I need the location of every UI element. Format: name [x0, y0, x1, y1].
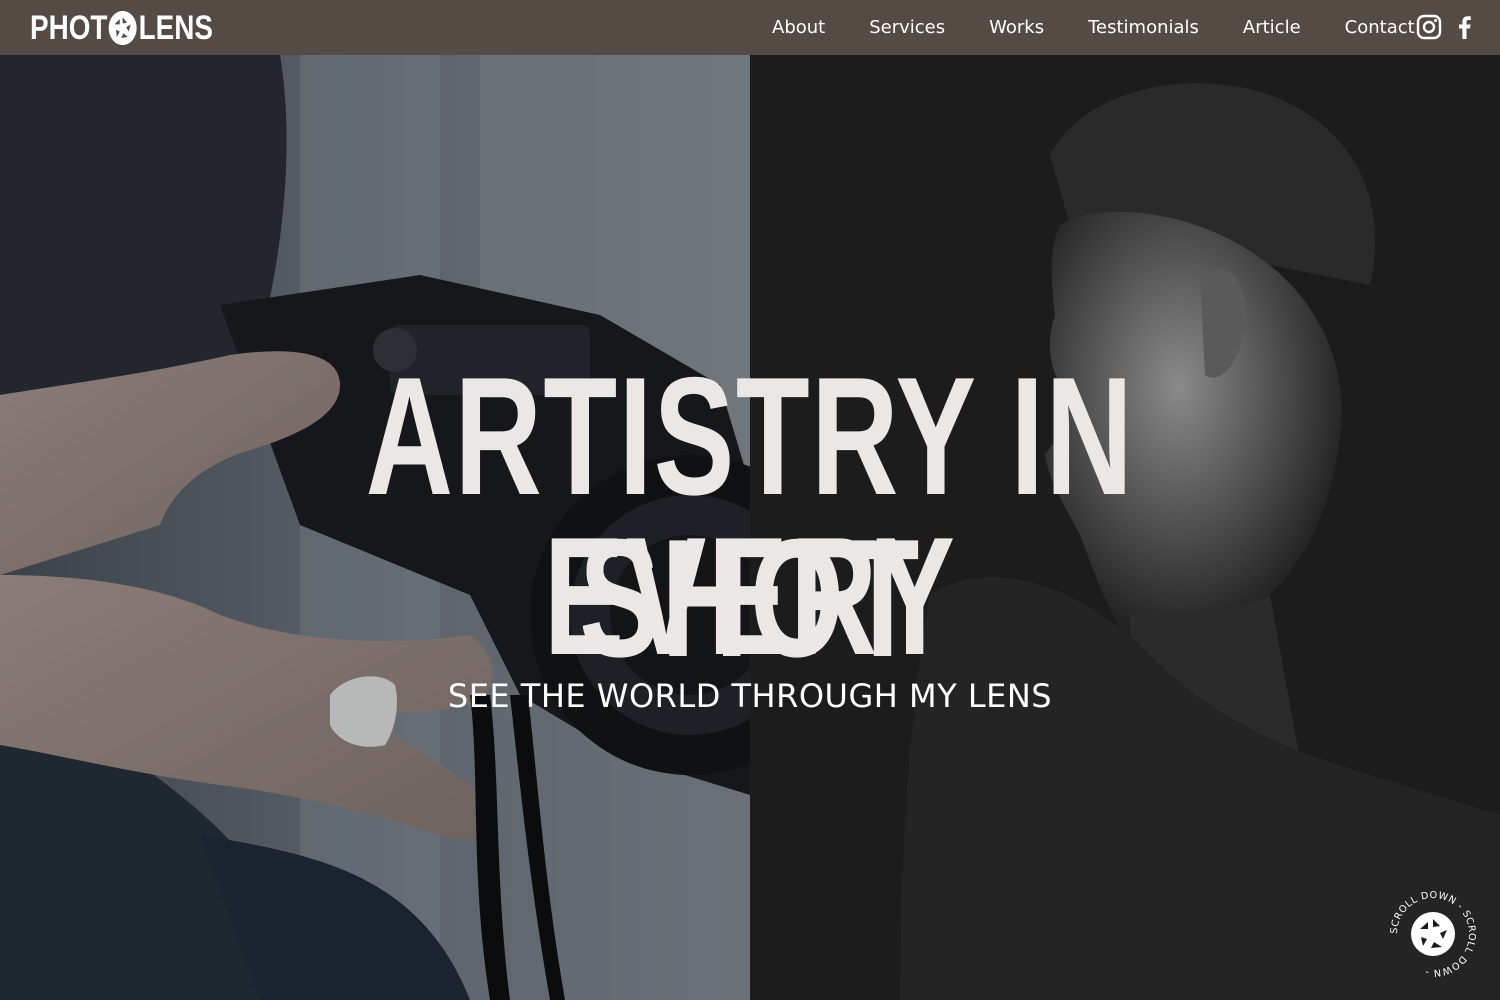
nav-works[interactable]: Works	[989, 17, 1044, 38]
nav-about[interactable]: About	[772, 17, 825, 38]
hero-headline-line2: SHOT	[579, 504, 921, 692]
scroll-down-badge[interactable]: SCROLL DOWN - SCROLL DOWN -	[1390, 891, 1476, 977]
hero-tagline: SEE THE WORLD THROUGH MY LENS	[447, 677, 1053, 715]
instagram-icon[interactable]	[1416, 14, 1442, 40]
nav-services[interactable]: Services	[869, 17, 945, 38]
facebook-icon[interactable]	[1452, 14, 1478, 40]
nav-contact[interactable]: Contact	[1345, 17, 1415, 38]
site-header: PHOT LENS About Services Works Testimoni…	[0, 0, 1500, 55]
main-nav: About Services Works Testimonials Articl…	[772, 0, 1459, 55]
hero-section: ARTISTRY IN EVERY SHOT SEE THE WORLD THR…	[0, 55, 1500, 1000]
aperture-icon	[1411, 912, 1455, 956]
site-logo[interactable]: PHOT LENS	[30, 9, 213, 47]
social-links	[1406, 14, 1478, 40]
logo-text-part2: LENS	[138, 8, 213, 47]
nav-article[interactable]: Article	[1243, 17, 1301, 38]
logo-text-part1: PHOT	[30, 8, 108, 47]
nav-testimonials[interactable]: Testimonials	[1088, 17, 1199, 38]
aperture-icon	[109, 10, 138, 46]
